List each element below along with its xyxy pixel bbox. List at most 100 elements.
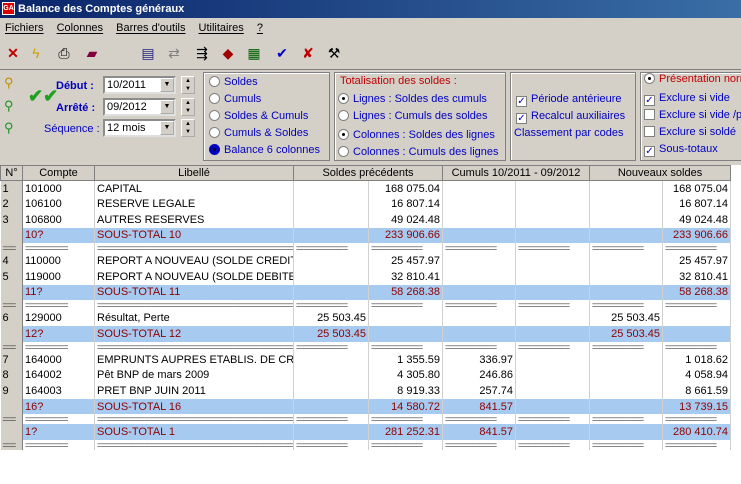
cell-cumul-credit[interactable] xyxy=(515,227,591,244)
table-row[interactable]: 8 164002 Pêt BNP de mars 2009 4 305.80 246.8… xyxy=(0,367,732,384)
cross-icon[interactable]: ✘ xyxy=(298,43,318,63)
cell-ns-debit[interactable]: 25 503.45 xyxy=(589,310,664,326)
cell-ns-credit[interactable]: 58 268.38 xyxy=(662,284,732,301)
cell-ns-credit[interactable]: 1 018.62 xyxy=(662,351,732,368)
cell-compte[interactable]: 1? xyxy=(22,424,95,441)
refresh-icon[interactable]: ⇄ xyxy=(164,43,184,63)
cell-libelle[interactable]: REPORT A NOUVEAU (SOLDE CREDIT xyxy=(94,253,294,269)
cell-libelle[interactable]: Résultat, Perte xyxy=(94,310,294,326)
check-exclure-si-solde[interactable]: Exclure si soldé xyxy=(644,126,736,138)
cell-cumul-debit[interactable] xyxy=(442,268,516,285)
debut-select[interactable]: 10/2011 ▼ xyxy=(103,76,176,94)
cell-compte[interactable]: 164003 xyxy=(22,383,95,399)
header-cumuls[interactable]: Cumuls 10/2011 - 09/2012 xyxy=(441,165,591,181)
cell-cumul-credit[interactable] xyxy=(515,211,591,228)
cell-n[interactable] xyxy=(0,227,23,244)
cell-libelle[interactable]: SOUS-TOTAL 10 xyxy=(94,227,294,244)
cell-compte[interactable]: 12? xyxy=(22,326,95,342)
option-colonnes-soldes-lignes[interactable]: Colonnes : Soldes des lignes xyxy=(338,129,495,141)
cell-cumul-credit[interactable] xyxy=(515,253,591,269)
cell-cumul-debit[interactable]: 257.74 xyxy=(442,383,516,399)
cell-compte[interactable]: 110000 xyxy=(22,253,95,269)
spreadsheet-icon[interactable]: ▦ xyxy=(244,43,264,63)
cell-cumul-debit[interactable] xyxy=(442,211,516,228)
cell-sp-debit[interactable] xyxy=(293,196,369,212)
cell-sp-credit[interactable]: 32 810.41 xyxy=(368,268,443,285)
tool-icon[interactable]: ⚒ xyxy=(324,43,344,63)
cell-cumul-debit[interactable] xyxy=(442,196,516,212)
cell-libelle[interactable]: Pêt BNP de mars 2009 xyxy=(94,367,294,384)
table-row[interactable]: 9 164003 PRET BNP JUIN 2011 8 919.33 257.74 8… xyxy=(0,383,732,399)
table-row[interactable]: 3 106800 AUTRES RESERVES 49 024.48 49 024.48 xyxy=(0,211,732,228)
cell-sp-credit[interactable]: 233 906.66 xyxy=(368,227,443,244)
cell-compte[interactable]: 11? xyxy=(22,284,95,301)
check-exclure-si-vide[interactable]: ✓ Exclure si vide xyxy=(644,92,730,106)
cell-compte[interactable]: 101000 xyxy=(22,180,95,197)
option-cumuls-soldes[interactable]: Cumuls & Soldes xyxy=(209,127,308,139)
subtotal-row[interactable]: 10? SOUS-TOTAL 10 233 906.66 233 906.66 xyxy=(0,227,732,244)
header-compte[interactable]: Compte xyxy=(22,165,95,181)
cell-sp-credit[interactable]: 168 075.04 xyxy=(368,180,443,197)
cell-n[interactable] xyxy=(0,326,23,342)
check-sous-totaux[interactable]: ✓ Sous-totaux xyxy=(644,143,718,157)
menu-utilitaires[interactable]: Utilitaires xyxy=(194,19,249,37)
cell-libelle[interactable]: REPORT A NOUVEAU (SOLDE DEBITE xyxy=(94,268,294,285)
cell-ns-credit[interactable]: 233 906.66 xyxy=(662,227,732,244)
cell-ns-credit[interactable]: 49 024.48 xyxy=(662,211,732,228)
cell-libelle[interactable]: CAPITAL xyxy=(94,180,294,197)
cell-sp-credit[interactable]: 281 252.31 xyxy=(368,424,443,441)
cell-libelle[interactable]: RESERVE LEGALE xyxy=(94,196,294,212)
cell-ns-debit[interactable] xyxy=(589,351,664,368)
check-periode-anterieure[interactable]: ✓ Période antérieure xyxy=(516,93,622,107)
subtotal-row[interactable]: 12? SOUS-TOTAL 12 25 503.45 25 503.45 xyxy=(0,326,732,342)
cell-n[interactable] xyxy=(0,284,23,301)
cell-ns-debit[interactable] xyxy=(589,196,664,212)
cell-compte[interactable]: 129000 xyxy=(22,310,95,326)
cell-sp-debit[interactable] xyxy=(293,284,369,301)
cell-cumul-debit[interactable] xyxy=(442,227,516,244)
option-lignes-soldes-cumuls[interactable]: Lignes : Soldes des cumuls xyxy=(338,93,487,105)
cell-sp-debit[interactable] xyxy=(293,268,369,285)
menu-barres-outils[interactable]: Barres d'outils xyxy=(111,19,190,37)
subtotal-row[interactable]: 11? SOUS-TOTAL 11 58 268.38 58 268.38 xyxy=(0,284,732,301)
validate-icon[interactable]: ✔✔ xyxy=(28,86,58,107)
cell-n[interactable]: 6 xyxy=(0,310,23,326)
cell-ns-debit[interactable] xyxy=(589,227,664,244)
table-row[interactable]: 5 119000 REPORT A NOUVEAU (SOLDE DEBITE 32 … xyxy=(0,268,732,285)
cell-cumul-credit[interactable] xyxy=(515,284,591,301)
cell-cumul-credit[interactable] xyxy=(515,398,591,415)
cell-ns-credit[interactable]: 16 807.14 xyxy=(662,196,732,212)
cell-cumul-debit[interactable]: 841.57 xyxy=(442,424,516,441)
chevron-down-icon[interactable]: ▼ xyxy=(160,78,174,92)
cell-cumul-credit[interactable] xyxy=(515,367,591,384)
check-exclure-si-vide-p[interactable]: Exclure si vide /p xyxy=(644,109,741,121)
book-icon[interactable]: ▰ xyxy=(82,43,102,63)
cell-ns-credit[interactable] xyxy=(662,310,732,326)
cell-n[interactable]: 4 xyxy=(0,253,23,269)
cell-sp-credit[interactable]: 8 919.33 xyxy=(368,383,443,399)
cell-ns-credit[interactable] xyxy=(662,326,732,342)
cell-ns-debit[interactable] xyxy=(589,424,664,441)
flow-icon[interactable]: ⇶ xyxy=(192,43,212,63)
chevron-down-icon[interactable]: ▼ xyxy=(160,121,174,135)
cell-cumul-credit[interactable] xyxy=(515,326,591,342)
cell-ns-debit[interactable] xyxy=(589,180,664,197)
cell-sp-debit[interactable] xyxy=(293,383,369,399)
cell-ns-credit[interactable]: 8 661.59 xyxy=(662,383,732,399)
cell-ns-debit[interactable] xyxy=(589,284,664,301)
arrete-spinner[interactable]: ▲ ▼ xyxy=(181,98,195,116)
header-nouveaux-soldes[interactable]: Nouveaux soldes xyxy=(589,165,732,181)
chevron-down-icon[interactable]: ▼ xyxy=(160,100,174,114)
cell-cumul-debit[interactable]: 336.97 xyxy=(442,351,516,368)
cell-n[interactable]: 8 xyxy=(0,367,23,384)
cell-sp-debit[interactable] xyxy=(293,398,369,415)
cell-ns-debit[interactable] xyxy=(589,367,664,384)
cell-cumul-credit[interactable] xyxy=(515,351,591,368)
cell-cumul-credit[interactable] xyxy=(515,424,591,441)
cell-ns-credit[interactable]: 13 739.15 xyxy=(662,398,732,415)
cell-sp-credit[interactable] xyxy=(368,326,443,342)
cell-n[interactable]: 7 xyxy=(0,351,23,368)
cell-compte[interactable]: 164000 xyxy=(22,351,95,368)
sequence-spinner[interactable]: ▲ ▼ xyxy=(181,119,195,137)
cell-ns-debit[interactable] xyxy=(589,211,664,228)
